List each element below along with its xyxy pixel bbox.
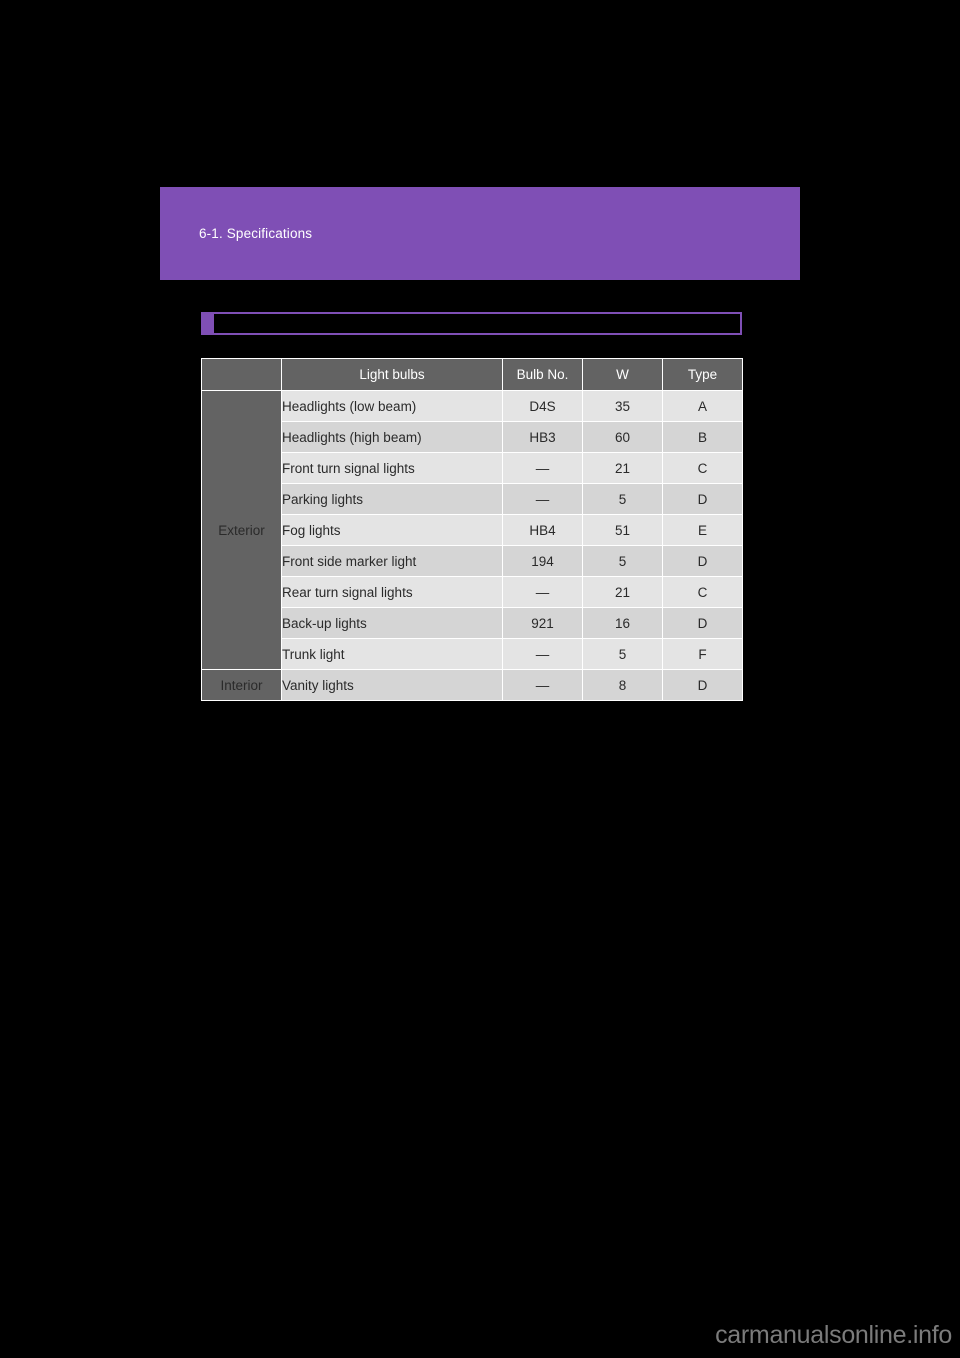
cell-wattage: 35 — [582, 390, 663, 422]
section-title-box — [214, 312, 742, 335]
cell-bulb-no: 921 — [502, 607, 583, 639]
cell-light-name: Headlights (low beam) — [281, 390, 503, 422]
cell-bulb-no: HB4 — [502, 514, 583, 546]
table-row: Rear turn signal lights — 21 C — [202, 576, 743, 608]
table-row: Interior Vanity lights — 8 D — [201, 669, 743, 701]
table-row: Trunk light — 5 F — [202, 638, 743, 670]
cell-light-name: Trunk light — [281, 638, 503, 670]
group-label-exterior: Exterior — [201, 390, 282, 670]
page-title: 6-1. Specifications — [199, 226, 313, 241]
cell-type: D — [662, 607, 743, 639]
cell-wattage: 5 — [582, 483, 663, 515]
column-header-light-bulbs: Light bulbs — [281, 358, 503, 391]
cell-light-name: Fog lights — [281, 514, 503, 546]
cell-type: E — [662, 514, 743, 546]
cell-wattage: 21 — [582, 452, 663, 484]
cell-bulb-no: D4S — [502, 390, 583, 422]
cell-wattage: 5 — [582, 638, 663, 670]
cell-wattage: 8 — [582, 669, 663, 701]
cell-wattage: 21 — [582, 576, 663, 608]
cell-type: D — [662, 669, 743, 701]
column-header-group — [201, 358, 282, 391]
table-row: Headlights (high beam) HB3 60 B — [202, 421, 743, 453]
cell-bulb-no: — — [502, 452, 583, 484]
cell-type: B — [662, 421, 743, 453]
table-row: Front turn signal lights — 21 C — [202, 452, 743, 484]
site-watermark: carmanualsonline.info — [715, 1321, 952, 1349]
cell-light-name: Front turn signal lights — [281, 452, 503, 484]
cell-bulb-no: — — [502, 638, 583, 670]
section-title-bar — [201, 312, 742, 335]
cell-type: F — [662, 638, 743, 670]
column-header-bulb-no: Bulb No. — [502, 358, 583, 391]
cell-bulb-no: — — [502, 669, 583, 701]
table-body: Exterior Headlights (low beam) D4S 35 A … — [201, 390, 743, 701]
table-row: Exterior Headlights (low beam) D4S 35 A — [201, 390, 743, 670]
cell-bulb-no: 194 — [502, 545, 583, 577]
column-header-type: Type — [662, 358, 743, 391]
cell-wattage: 16 — [582, 607, 663, 639]
cell-type: C — [662, 576, 743, 608]
table-row: Fog lights HB4 51 E — [202, 514, 743, 546]
column-header-w: W — [582, 358, 663, 391]
section-marker-square — [201, 312, 214, 335]
page-header-banner: 6-1. Specifications — [160, 187, 800, 280]
table-row: Parking lights — 5 D — [202, 483, 743, 515]
cell-type: D — [662, 483, 743, 515]
group-label-interior: Interior — [201, 669, 282, 701]
cell-type: C — [662, 452, 743, 484]
table-header-row: Light bulbs Bulb No. W Type — [201, 358, 743, 391]
cell-light-name: Rear turn signal lights — [281, 576, 503, 608]
table-row: Front side marker light 194 5 D — [202, 545, 743, 577]
cell-bulb-no: HB3 — [502, 421, 583, 453]
cell-light-name: Back-up lights — [281, 607, 503, 639]
cell-light-name: Parking lights — [281, 483, 503, 515]
cell-light-name: Headlights (high beam) — [281, 421, 503, 453]
cell-wattage: 51 — [582, 514, 663, 546]
cell-type: D — [662, 545, 743, 577]
cell-wattage: 60 — [582, 421, 663, 453]
cell-wattage: 5 — [582, 545, 663, 577]
table-row: Back-up lights 921 16 D — [202, 607, 743, 639]
cell-bulb-no: — — [502, 483, 583, 515]
cell-bulb-no: — — [502, 576, 583, 608]
light-bulb-table: Light bulbs Bulb No. W Type Exterior Hea… — [201, 358, 743, 701]
light-bulb-table-container: Light bulbs Bulb No. W Type Exterior Hea… — [201, 358, 743, 701]
cell-light-name: Front side marker light — [281, 545, 503, 577]
cell-light-name: Vanity lights — [281, 669, 503, 701]
cell-type: A — [662, 390, 743, 422]
